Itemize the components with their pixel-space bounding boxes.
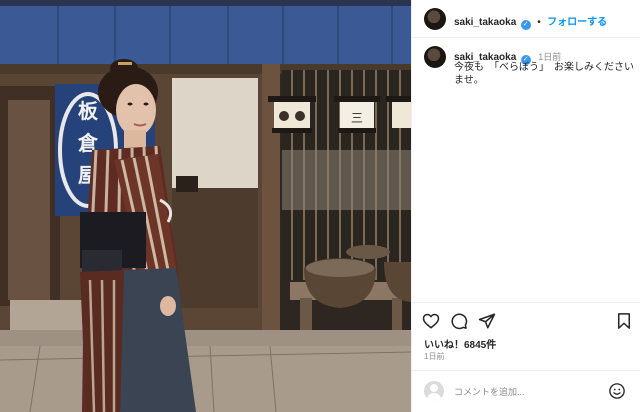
comment-bar [412, 370, 640, 412]
follow-button[interactable]: フォローする [547, 17, 607, 28]
verified-badge-icon: ✓ [520, 20, 531, 30]
action-bar: いいね！6845件 1日前 [412, 302, 640, 361]
like-count[interactable]: いいね！6845件 [424, 336, 496, 351]
heart-icon[interactable] [422, 312, 440, 330]
smiley-icon[interactable] [608, 382, 626, 400]
post-timestamp[interactable]: 1日前 [424, 351, 444, 362]
caption-text: 今夜も 「べらぼう」 お楽しみください ませ。 [454, 62, 634, 86]
svg-text:板: 板 [78, 99, 99, 123]
viewer-avatar [424, 381, 444, 401]
post-side-panel: saki_takaoka ✓ • フォローする saki_takaoka ✓ 1… [411, 0, 640, 412]
comment-icon[interactable] [450, 312, 468, 330]
caption-avatar[interactable] [424, 46, 446, 68]
post-header: saki_takaoka ✓ • フォローする [412, 0, 640, 38]
paper-plane-icon[interactable] [478, 312, 496, 330]
svg-text:三: 三 [351, 111, 363, 125]
post-photo[interactable]: 板 倉 屋 三 [0, 0, 411, 412]
separator-dot: • [537, 17, 541, 28]
instagram-post-view: 板 倉 屋 三 saki_takaoka ✓ • フォローする saki_tak… [0, 0, 640, 412]
author-line: saki_takaoka ✓ • フォローする [454, 12, 607, 30]
comment-input[interactable] [454, 384, 604, 400]
author-username[interactable]: saki_takaoka [454, 17, 516, 28]
author-avatar[interactable] [424, 8, 446, 30]
bookmark-icon[interactable] [615, 312, 633, 330]
